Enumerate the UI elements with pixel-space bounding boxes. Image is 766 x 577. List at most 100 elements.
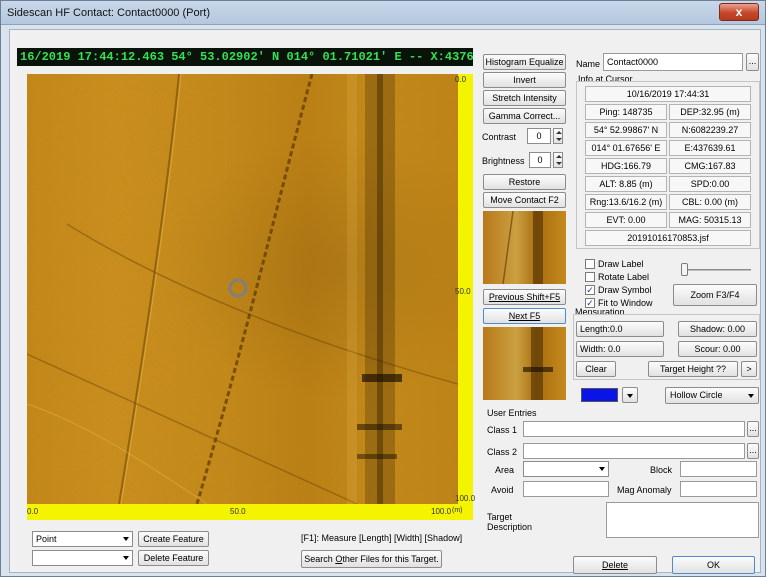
brightness-label: Brightness	[482, 156, 525, 166]
name-label: Name	[576, 59, 601, 69]
move-contact-button[interactable]: Move Contact F2	[483, 192, 566, 208]
info-easting: E:437639.61	[669, 140, 751, 156]
class1-input[interactable]	[523, 421, 745, 437]
avoid-input[interactable]	[523, 481, 609, 497]
block-input[interactable]	[680, 461, 757, 477]
info-cable: CBL: 0.00 (m)	[669, 194, 751, 210]
next-button[interactable]: Next F5	[483, 308, 566, 324]
chevron-down-icon	[123, 537, 129, 541]
user-entries-title: User Entries	[487, 408, 537, 418]
info-longitude: 014° 01.67656' E	[585, 140, 667, 156]
search-label-suffix: ther Files for this Target.	[342, 554, 439, 564]
shadow-button[interactable]: Shadow: 0.00	[678, 321, 757, 337]
draw-label-checkbox[interactable]	[585, 259, 595, 269]
previous-button[interactable]: Previous Shift+F5	[483, 289, 566, 305]
contrast-label: Contrast	[482, 132, 517, 142]
invert-button[interactable]: Invert	[483, 72, 566, 88]
mag-anomaly-label: Mag Anomaly	[617, 485, 672, 495]
create-feature-button[interactable]: Create Feature	[138, 531, 209, 547]
histogram-equalize-button[interactable]: Histogram Equalize	[483, 54, 566, 70]
clear-button[interactable]: Clear	[576, 361, 616, 377]
rotate-label-text: Rotate Label	[598, 272, 650, 282]
label-size-slider[interactable]	[681, 263, 751, 277]
symbol-color-swatch[interactable]	[581, 388, 618, 402]
info-northing: N:6082239.27	[669, 122, 751, 138]
draw-symbol-text: Draw Symbol	[598, 285, 652, 295]
target-description-input[interactable]	[606, 502, 759, 538]
brightness-stepper[interactable]	[553, 152, 563, 168]
chevron-down-icon	[123, 556, 129, 560]
info-filename: 20191016170853.jsf	[585, 230, 751, 246]
scale-unit: (m)	[452, 507, 463, 514]
scour-button[interactable]: Scour: 0.00	[678, 341, 757, 357]
restore-button[interactable]: Restore	[483, 174, 566, 190]
info-altitude: ALT: 8.85 (m)	[585, 176, 667, 192]
next-button-label: Next F5	[508, 311, 541, 321]
slider-track	[681, 269, 751, 271]
name-browse-button[interactable]: ...	[746, 53, 759, 71]
close-button[interactable]: x	[719, 3, 759, 21]
window-title: Sidescan HF Contact: Contact0000 (Port)	[7, 7, 210, 19]
sidescan-image[interactable]	[27, 74, 458, 504]
sidescan-texture	[27, 74, 458, 504]
info-cmg: CMG:167.83	[669, 158, 751, 174]
delete-button-label: Delete	[601, 560, 628, 570]
contrast-stepper[interactable]	[553, 128, 563, 144]
slider-thumb[interactable]	[681, 263, 688, 276]
info-event: EVT: 0.00	[585, 212, 667, 228]
target-height-more-button[interactable]: >	[741, 361, 757, 377]
previous-button-label: Previous Shift+F5	[488, 292, 561, 302]
y-tick-100: 100.0	[455, 494, 476, 503]
stepper-up-icon	[556, 131, 562, 134]
y-tick-50: 50.0	[455, 287, 471, 296]
measure-help-hint: [F1]: Measure [Length] [Width] [Shadow]	[301, 533, 463, 543]
contrast-input[interactable]: 0	[527, 128, 551, 144]
search-label-prefix: Search	[304, 554, 336, 564]
delete-feature-button[interactable]: Delete Feature	[138, 550, 209, 566]
target-description-label-2: Description	[487, 522, 533, 532]
x-tick-0: 0.0	[27, 507, 39, 516]
image-left-margin	[17, 74, 27, 520]
class2-input[interactable]	[523, 443, 745, 459]
range-scale-vertical: 0.0 50.0 100.0	[455, 74, 476, 504]
class1-browse-button[interactable]: ...	[747, 421, 759, 437]
info-heading: HDG:166.79	[585, 158, 667, 174]
info-depth: DEP:32.95 (m)	[669, 104, 751, 120]
symbol-color-dropdown[interactable]	[622, 387, 638, 403]
class2-browse-button[interactable]: ...	[747, 443, 759, 459]
symbol-shape-select[interactable]: Hollow Circle	[665, 387, 759, 404]
area-select[interactable]	[523, 461, 609, 477]
draw-symbol-checkbox[interactable]: ✓	[585, 285, 595, 295]
block-label: Block	[650, 465, 673, 475]
target-description-label-1: Target	[487, 512, 513, 522]
x-tick-100: 100.0	[431, 507, 452, 516]
rotate-label-checkbox[interactable]	[585, 272, 595, 282]
title-bar[interactable]: Sidescan HF Contact: Contact0000 (Port) …	[1, 1, 765, 25]
feature-type-select[interactable]	[32, 550, 133, 566]
target-height-button[interactable]: Target Height ??	[648, 361, 738, 377]
mode-select-value: Point	[36, 534, 57, 544]
info-ping: Ping: 148735	[585, 104, 667, 120]
gamma-correct-button[interactable]: Gamma Correct...	[483, 108, 566, 124]
ok-button[interactable]: OK	[672, 556, 755, 574]
delete-button[interactable]: Delete	[573, 556, 657, 574]
info-range: Rng:13.6/16.2 (m)	[585, 194, 667, 210]
length-button[interactable]: Length:0.0	[576, 321, 664, 337]
stretch-intensity-button[interactable]: Stretch Intensity	[483, 90, 566, 106]
brightness-input[interactable]: 0	[529, 152, 551, 168]
info-latitude: 54° 52.99867' N	[585, 122, 667, 138]
range-scale-horizontal: 0.0 50.0 100.0 (m)	[27, 504, 473, 520]
search-other-files-button[interactable]: Search Other Files for this Target.	[301, 550, 442, 568]
position-readout-text: 16/2019 17:44:12.463 54° 53.02902' N 014…	[20, 50, 473, 64]
zoom-button[interactable]: Zoom F3/F4	[673, 284, 757, 306]
stepper-down-icon	[556, 138, 562, 141]
overview-thumbnail-bottom[interactable]	[483, 327, 566, 400]
name-input[interactable]: Contact0000	[603, 53, 743, 71]
width-button[interactable]: Width: 0.0	[576, 341, 664, 357]
overview-thumbnail-top[interactable]	[483, 211, 566, 284]
y-tick-0: 0.0	[455, 75, 467, 84]
chevron-down-icon	[627, 394, 633, 398]
mode-select[interactable]: Point	[32, 531, 133, 547]
contact-dialog: Sidescan HF Contact: Contact0000 (Port) …	[0, 0, 766, 577]
mag-anomaly-input[interactable]	[680, 481, 757, 497]
